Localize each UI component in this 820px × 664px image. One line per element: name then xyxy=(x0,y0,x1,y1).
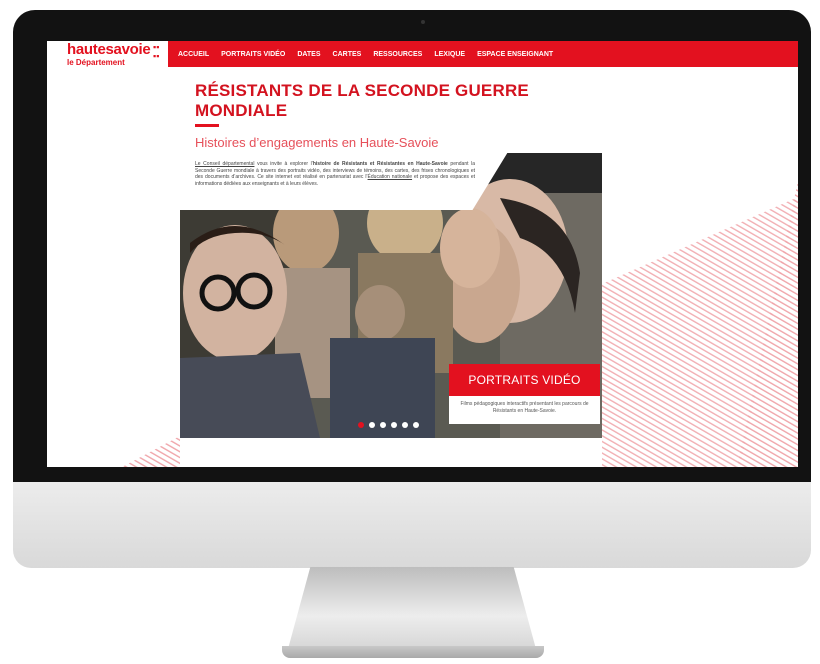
page-subtitle: Histoires d’engagements en Haute-Savoie xyxy=(195,135,439,150)
slider-dot[interactable] xyxy=(380,422,386,428)
slide-title-button[interactable]: PORTRAITS VIDÉO xyxy=(449,364,600,396)
nav-item-espace-enseignant[interactable]: ESPACE ENSEIGNANT xyxy=(477,51,553,58)
slider-pagination xyxy=(358,422,419,428)
nav-item-ressources[interactable]: RESSOURCES xyxy=(373,51,422,58)
nav-item-dates[interactable]: DATES xyxy=(297,51,320,58)
title-divider xyxy=(195,124,219,127)
slider-dot[interactable] xyxy=(402,422,408,428)
slider-dot[interactable] xyxy=(391,422,397,428)
logo-subtitle: le Département xyxy=(67,58,125,67)
monitor-chin xyxy=(13,482,811,568)
intro-bold-text: histoire de Résistants et Résistantes en… xyxy=(312,161,448,167)
monitor-stand xyxy=(288,567,536,649)
intro-paragraph: Le Conseil départemental vous invite à e… xyxy=(195,161,475,187)
nav-item-accueil[interactable]: ACCUEIL xyxy=(178,51,209,58)
logo-mark-icon: ▪▪ ▪▪ xyxy=(153,42,160,61)
monitor-stand-base xyxy=(282,646,544,658)
slider-dot[interactable] xyxy=(369,422,375,428)
slider-dot[interactable] xyxy=(413,422,419,428)
education-nationale-link[interactable]: Éducation nationale xyxy=(368,174,413,180)
logo-text: hautesavoie xyxy=(67,41,151,58)
main-menu: ACCUEIL PORTRAITS VIDÉO DATES CARTES RES… xyxy=(178,41,553,67)
logo[interactable]: hautesavoie ▪▪ ▪▪ le Département xyxy=(47,41,168,71)
nav-item-lexique[interactable]: LEXIQUE xyxy=(434,51,465,58)
page-title: RÉSISTANTS DE LA SECONDE GUERRE MONDIALE xyxy=(195,81,529,120)
slider-dot[interactable] xyxy=(358,422,364,428)
conseil-departemental-link[interactable]: Le Conseil départemental xyxy=(195,161,254,167)
nav-item-cartes[interactable]: CARTES xyxy=(333,51,362,58)
nav-item-portraits-video[interactable]: PORTRAITS VIDÉO xyxy=(221,51,285,58)
intro-text: vous invite à explorer l’ xyxy=(254,161,313,167)
camera-icon xyxy=(421,20,425,24)
slide-description: Films pédagogiques interactifs présentan… xyxy=(449,396,600,424)
website-screen: hautesavoie ▪▪ ▪▪ le Département ACCUEIL … xyxy=(47,41,798,467)
